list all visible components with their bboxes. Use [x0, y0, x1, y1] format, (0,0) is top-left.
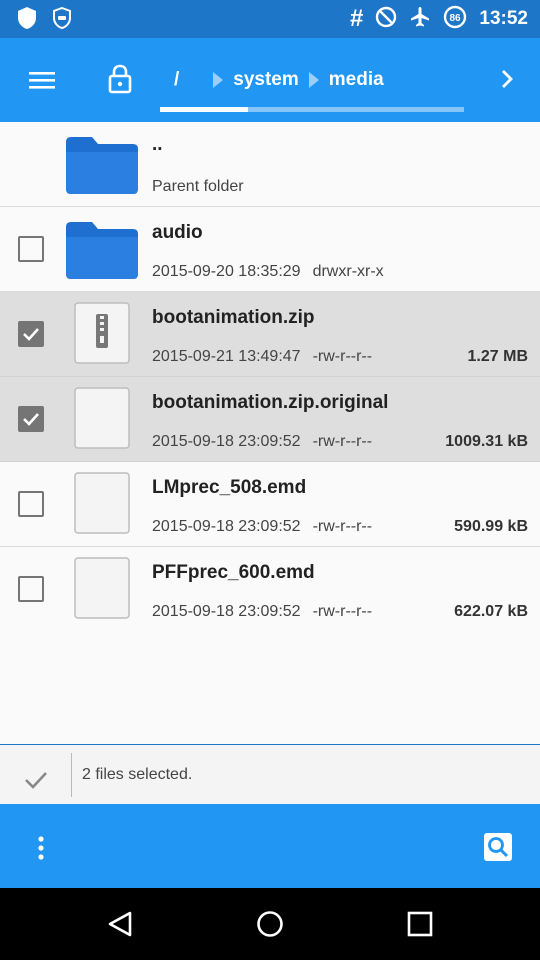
file-permissions: -rw-r--r--	[312, 518, 373, 535]
more-vert-icon[interactable]	[36, 836, 46, 860]
file-icon	[74, 387, 130, 449]
file-name: bootanimation.zip.original	[152, 392, 389, 413]
selection-count-text: 2 files selected.	[82, 766, 193, 783]
row-checkbox[interactable]	[18, 236, 44, 262]
breadcrumb-scrollbar[interactable]	[160, 107, 464, 112]
file-name: bootanimation.zip	[152, 307, 315, 328]
airplane-icon	[409, 6, 431, 33]
file-permissions: -rw-r--r--	[312, 433, 373, 450]
breadcrumb-scroll-thumb	[160, 107, 248, 112]
file-row[interactable]: LMprec_508.emd 2015-09-18 23:09:52 -rw-r…	[0, 462, 540, 547]
file-size: 1.27 MB	[467, 348, 528, 365]
file-date: 2015-09-20 18:35:29	[152, 263, 301, 280]
file-permissions: -rw-r--r--	[312, 348, 373, 365]
svg-text:86: 86	[450, 13, 462, 24]
file-size: 622.07 kB	[454, 603, 528, 620]
file-permissions: drwxr-xr-x	[312, 263, 384, 280]
row-checkbox[interactable]	[18, 321, 44, 347]
breadcrumb-separator-icon	[308, 72, 319, 88]
selection-status: 2 files selected.	[0, 744, 540, 804]
file-size: 590.99 kB	[454, 518, 528, 535]
check-icon[interactable]	[24, 771, 48, 794]
row-checkbox[interactable]	[18, 576, 44, 602]
bottom-action-bar	[0, 804, 540, 888]
parent-folder-row[interactable]: .. Parent folder	[0, 122, 540, 207]
lock-icon[interactable]	[108, 64, 132, 94]
hamburger-icon[interactable]	[28, 68, 56, 92]
file-date: 2015-09-18 23:09:52	[152, 518, 301, 535]
toolbar: / system media	[0, 38, 540, 122]
file-permissions: -rw-r--r--	[312, 603, 373, 620]
data-saver-icon: 86	[443, 5, 467, 34]
file-name: LMprec_508.emd	[152, 477, 307, 498]
divider	[71, 753, 72, 797]
breadcrumb-root[interactable]: /	[174, 69, 179, 91]
file-name: ..	[152, 134, 163, 155]
zip-file-icon	[74, 302, 130, 364]
row-checkbox[interactable]	[18, 406, 44, 432]
navigation-bar	[0, 888, 540, 960]
clock: 13:52	[479, 8, 528, 29]
file-row[interactable]: bootanimation.zip 2015-09-21 13:49:47 -r…	[0, 292, 540, 377]
breadcrumb-system[interactable]: system	[233, 69, 299, 91]
shield-icon	[16, 6, 38, 35]
breadcrumb: / system media	[160, 60, 384, 100]
folder-icon	[64, 219, 140, 281]
breadcrumb-separator-icon	[213, 72, 224, 88]
file-subtitle: Parent folder	[152, 178, 244, 195]
file-name: audio	[152, 222, 203, 243]
folder-icon	[64, 134, 140, 196]
recent-apps-icon[interactable]	[406, 910, 434, 943]
status-bar: # 86 13:52	[0, 0, 540, 38]
file-size: 1009.31 kB	[445, 433, 528, 450]
breadcrumb-media[interactable]: media	[329, 69, 384, 91]
back-icon[interactable]	[106, 910, 134, 943]
file-list: .. Parent folder audio 2015-09-20 18:35:…	[0, 122, 540, 632]
file-date: 2015-09-18 23:09:52	[152, 603, 301, 620]
hash-icon: #	[350, 5, 364, 32]
file-row[interactable]: audio 2015-09-20 18:35:29 drwxr-xr-x	[0, 207, 540, 292]
file-date: 2015-09-21 13:49:47	[152, 348, 301, 365]
file-row[interactable]: PFFprec_600.emd 2015-09-18 23:09:52 -rw-…	[0, 547, 540, 632]
file-name: PFFprec_600.emd	[152, 562, 315, 583]
file-date: 2015-09-18 23:09:52	[152, 433, 301, 450]
search-icon[interactable]	[484, 833, 512, 861]
file-row[interactable]: bootanimation.zip.original 2015-09-18 23…	[0, 377, 540, 462]
file-icon	[74, 472, 130, 534]
cat-icon	[52, 6, 72, 34]
home-icon[interactable]	[256, 910, 284, 943]
row-checkbox[interactable]	[18, 491, 44, 517]
file-icon	[74, 557, 130, 619]
do-not-disturb-icon	[375, 6, 397, 33]
chevron-right-icon[interactable]	[500, 68, 514, 90]
